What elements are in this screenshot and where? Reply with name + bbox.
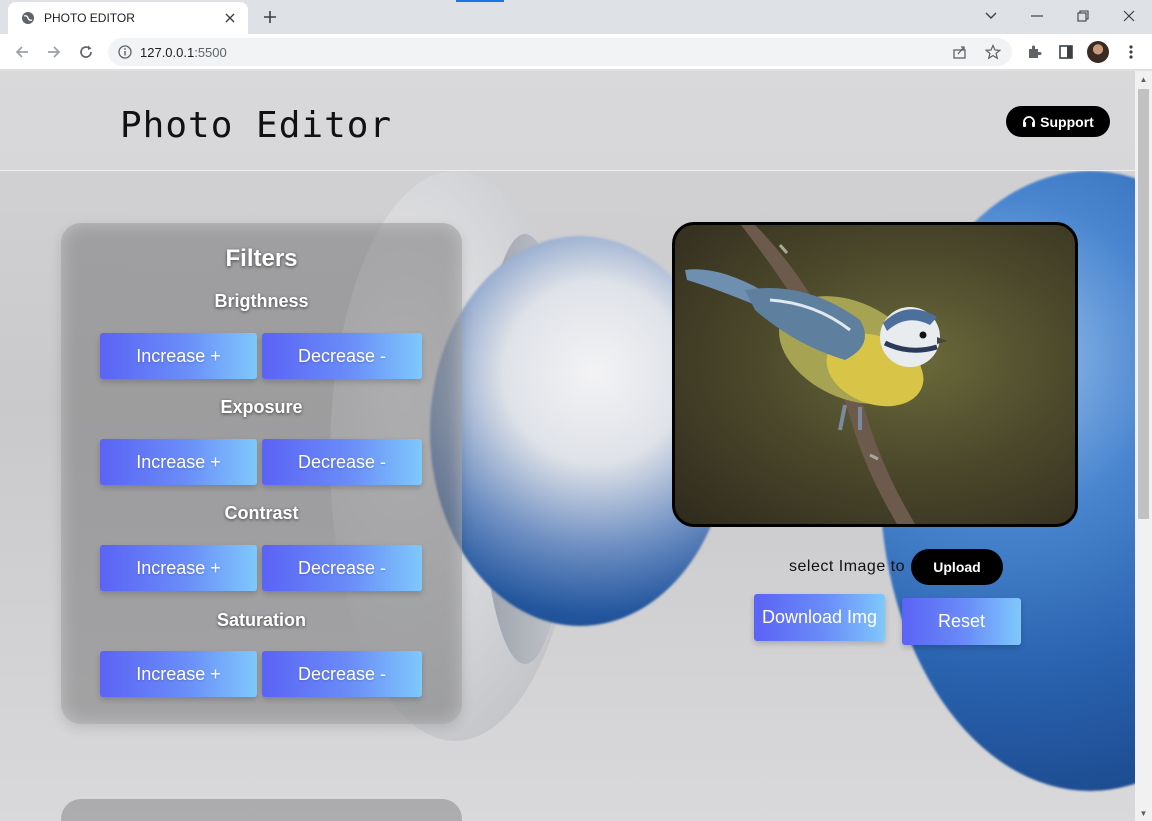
back-icon[interactable] (8, 38, 36, 66)
bird-photo-image (685, 225, 947, 524)
page-scrollbar[interactable]: ▲ ▼ (1135, 71, 1152, 821)
saturation-decrease-button[interactable]: Decrease - (262, 651, 422, 697)
tab-search-icon[interactable] (968, 2, 1014, 30)
browser-tab-strip: PHOTO EDITOR (0, 0, 1152, 34)
share-icon[interactable] (950, 42, 970, 62)
filters-title: Filters (225, 245, 298, 272)
profile-avatar[interactable] (1087, 41, 1109, 63)
url-text: 127.0.0.1:5500 (140, 45, 227, 60)
filters-panel: Filters Brigthness Increase + Decrease -… (61, 223, 462, 724)
minimize-icon[interactable] (1014, 2, 1060, 30)
support-label: Support (1040, 113, 1094, 130)
address-bar[interactable]: 127.0.0.1:5500 (108, 38, 1012, 66)
exposure-increase-button[interactable]: Increase + (100, 439, 257, 485)
tab-title: PHOTO EDITOR (44, 11, 135, 25)
exposure-decrease-button[interactable]: Decrease - (262, 439, 422, 485)
bookmark-star-icon[interactable] (983, 42, 1003, 62)
headset-icon (1022, 115, 1036, 129)
exposure-label: Exposure (220, 397, 303, 417)
url-host: 127.0.0.1 (140, 44, 195, 60)
extensions-icon[interactable] (1024, 42, 1044, 62)
brightness-decrease-button[interactable]: Decrease - (262, 333, 422, 379)
close-window-icon[interactable] (1106, 2, 1152, 30)
contrast-increase-button[interactable]: Increase + (100, 545, 257, 591)
saturation-increase-button[interactable]: Increase + (100, 651, 257, 697)
brightness-increase-button[interactable]: Increase + (100, 333, 257, 379)
scroll-down-icon[interactable]: ▼ (1138, 807, 1149, 819)
reload-icon[interactable] (72, 38, 100, 66)
secondary-panel (61, 799, 462, 821)
saturation-label: Saturation (216, 610, 306, 630)
contrast-decrease-button[interactable]: Decrease - (262, 545, 422, 591)
page-viewport: Photo Editor Support Filters Brigthness … (0, 71, 1135, 821)
page-header: Photo Editor Support (0, 71, 1135, 171)
download-button[interactable]: Download Img (754, 594, 885, 641)
menu-kebab-icon[interactable] (1121, 42, 1141, 62)
close-tab-icon[interactable] (222, 10, 238, 26)
contrast-label: Contrast (224, 503, 299, 523)
upload-row: select Image to Upload (789, 549, 1003, 585)
page-title: Photo Editor (120, 105, 393, 146)
browser-toolbar: 127.0.0.1:5500 (0, 34, 1152, 70)
url-port: :5500 (194, 44, 227, 60)
upload-button[interactable]: Upload (911, 549, 1003, 585)
browser-tab[interactable]: PHOTO EDITOR (8, 2, 248, 34)
site-info-icon[interactable] (118, 45, 132, 59)
tab-accent-bar (456, 0, 504, 2)
new-tab-icon[interactable] (258, 6, 282, 28)
restore-icon[interactable] (1060, 2, 1106, 30)
side-panel-icon[interactable] (1056, 42, 1076, 62)
scrollbar-thumb[interactable] (1138, 89, 1149, 519)
brightness-label: Brigthness (214, 291, 309, 311)
reset-button[interactable]: Reset (902, 598, 1021, 645)
scroll-up-icon[interactable]: ▲ (1138, 73, 1149, 85)
forward-icon[interactable] (40, 38, 68, 66)
photo-preview (672, 222, 1078, 527)
support-button[interactable]: Support (1006, 106, 1110, 137)
upload-prompt: select Image to (789, 558, 905, 575)
globe-icon (20, 10, 36, 26)
